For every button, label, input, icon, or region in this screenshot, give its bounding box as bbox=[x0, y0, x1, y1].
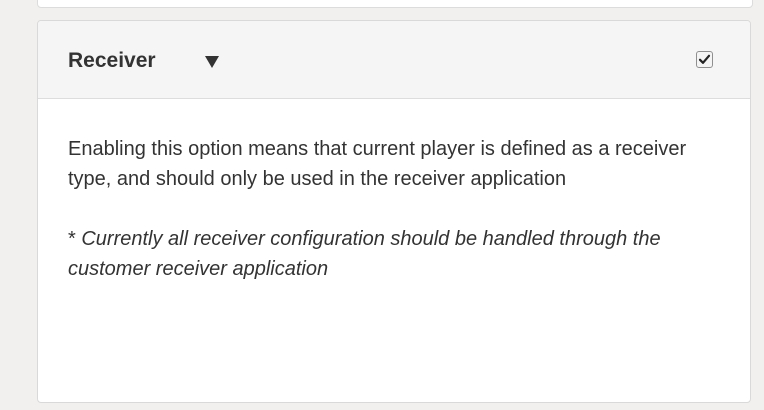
receiver-panel-header[interactable]: Receiver bbox=[38, 21, 750, 99]
receiver-description: Enabling this option means that current … bbox=[68, 138, 687, 190]
note-asterisk: * bbox=[68, 228, 82, 250]
receiver-panel-body: Enabling this option means that current … bbox=[38, 99, 750, 284]
page: Receiver Enabling this option means that… bbox=[0, 0, 764, 410]
previous-panel-edge bbox=[37, 0, 753, 8]
receiver-note: * Currently all receiver configuration s… bbox=[68, 224, 722, 284]
note-text: Currently all receiver configuration sho… bbox=[68, 228, 661, 280]
receiver-enabled-checkbox[interactable] bbox=[696, 51, 713, 68]
receiver-panel: Receiver Enabling this option means that… bbox=[37, 20, 751, 403]
panel-title: Receiver bbox=[68, 49, 156, 72]
caret-down-icon[interactable] bbox=[204, 51, 220, 71]
checkmark-icon bbox=[698, 54, 711, 64]
